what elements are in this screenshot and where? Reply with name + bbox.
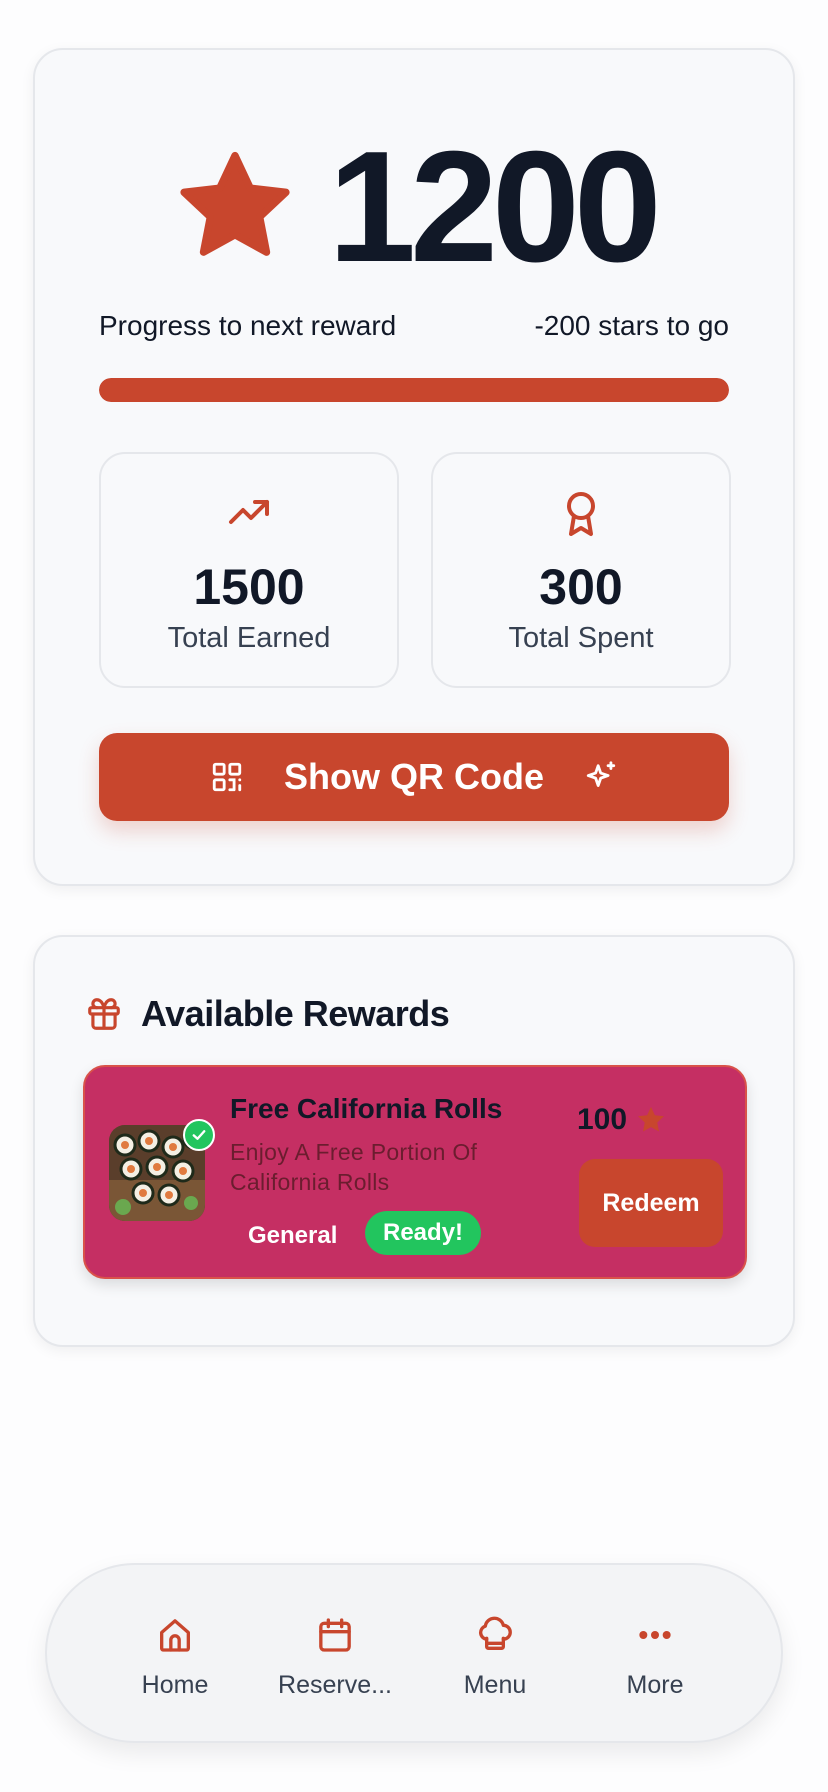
nav-label-reserve: Reserve... — [278, 1671, 392, 1699]
reward-name: Free California Rolls — [230, 1093, 503, 1124]
total-spent-label: Total Spent — [508, 622, 654, 654]
rewards-card: Available Rewards Free California Rolls … — [33, 935, 795, 1347]
reward-description: Enjoy A Free Portion Of California Rolls — [230, 1139, 478, 1195]
reward-category: General — [248, 1222, 338, 1249]
sparkle-icon — [586, 761, 616, 787]
nav-label-menu: Menu — [463, 1671, 527, 1699]
home-icon — [160, 1619, 190, 1652]
ready-check-icon — [183, 1119, 215, 1151]
total-earned-card: 1500 Total Earned — [99, 452, 399, 688]
rewards-title: Available Rewards — [141, 993, 450, 1034]
trending-up-icon — [229, 500, 269, 524]
progress-labels: Progress to next reward -200 stars to go — [99, 310, 729, 342]
progress-bar-fill — [99, 378, 729, 402]
total-spent-value: 300 — [539, 559, 623, 615]
calendar-icon — [319, 1618, 351, 1652]
chef-hat-icon — [478, 1616, 512, 1650]
reward-item[interactable]: Free California Rolls Enjoy A Free Porti… — [83, 1065, 747, 1279]
qr-code-icon — [212, 762, 242, 792]
progress-bar — [99, 378, 729, 402]
award-icon — [567, 492, 595, 536]
show-qr-code-label: Show QR Code — [284, 756, 544, 797]
gift-icon — [88, 998, 120, 1030]
rewards-header: Available Rewards — [85, 993, 450, 1035]
redeem-button[interactable]: Redeem — [579, 1159, 723, 1247]
reward-cost: 100 — [577, 1103, 667, 1137]
total-earned-label: Total Earned — [167, 622, 331, 654]
reward-status-badge: Ready! — [365, 1211, 482, 1255]
reward-cost-value: 100 — [577, 1103, 628, 1136]
total-earned-value: 1500 — [193, 559, 305, 615]
nav-item-home[interactable]: Home — [95, 1615, 255, 1700]
star-icon — [638, 1106, 664, 1132]
nav-item-reserve[interactable]: Reserve... — [255, 1615, 415, 1700]
points-balance-row: 1200 — [35, 122, 793, 292]
show-qr-code-button[interactable]: Show QR Code — [99, 733, 729, 821]
bottom-nav: Home Reserve... Menu More — [45, 1563, 783, 1743]
nav-label-home: Home — [141, 1671, 209, 1699]
points-balance: 1200 — [328, 119, 661, 295]
nav-label-more: More — [626, 1671, 684, 1699]
nav-item-menu[interactable]: Menu — [415, 1615, 575, 1700]
star-icon — [180, 151, 290, 256]
total-spent-card: 300 Total Spent — [431, 452, 731, 688]
nav-item-more[interactable]: More — [575, 1615, 735, 1700]
more-dots-icon — [639, 1631, 671, 1639]
points-card: 1200 Progress to next reward -200 stars … — [33, 48, 795, 886]
progress-remaining: -200 stars to go — [534, 310, 729, 341]
progress-label: Progress to next reward — [99, 310, 397, 341]
